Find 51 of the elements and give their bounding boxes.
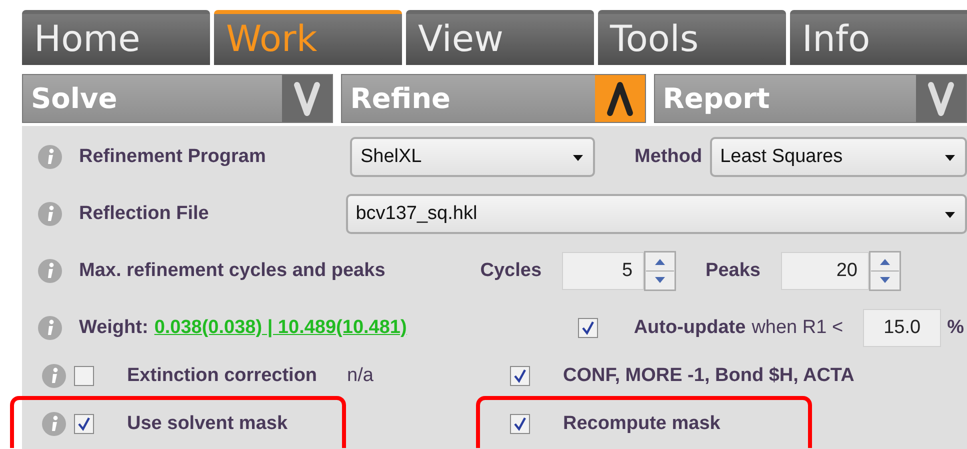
- section-title: Solve: [30, 81, 118, 117]
- dropdown[interactable]: Least Squares: [710, 136, 967, 176]
- field-label: Max. refinement cycles and peaks: [79, 260, 386, 282]
- info-icon: [42, 364, 66, 388]
- info-icon: [38, 144, 62, 168]
- spinner-buttons: [868, 250, 900, 290]
- info-icon: [38, 202, 62, 226]
- field-label: Weight:: [79, 316, 148, 338]
- field-label: Method: [634, 146, 702, 168]
- checkbox[interactable]: [510, 414, 530, 434]
- number-field[interactable]: 20: [780, 252, 868, 290]
- checkbox-label: Use solvent mask: [127, 413, 288, 435]
- unit-label: %: [947, 316, 964, 338]
- section-title: Report: [662, 81, 771, 117]
- number-field[interactable]: 15.0: [863, 308, 942, 346]
- info-icon: [42, 412, 66, 436]
- number-field[interactable]: 5: [562, 252, 644, 290]
- toggle-button[interactable]: [916, 75, 966, 122]
- expand-icon: [927, 80, 955, 116]
- tab[interactable]: Info: [790, 10, 967, 66]
- section-header[interactable]: Report: [654, 74, 967, 123]
- checkbox-label: CONF, MORE -1, Bond $H, ACTA: [563, 365, 854, 387]
- checkbox[interactable]: [74, 414, 94, 434]
- field-label: Reflection File: [79, 202, 210, 224]
- checkbox-label: Recompute mask: [563, 413, 720, 435]
- checkbox-label: when R1 <: [752, 316, 844, 338]
- tab[interactable]: View: [406, 10, 594, 66]
- info-icon: [38, 258, 62, 282]
- checkbox[interactable]: [578, 318, 598, 338]
- section-header[interactable]: Refine: [341, 74, 646, 123]
- tab[interactable]: Tools: [598, 10, 786, 66]
- field-label: Peaks: [706, 260, 760, 282]
- checkbox[interactable]: [510, 366, 530, 386]
- dropdown[interactable]: ShelXL: [350, 136, 595, 176]
- info-icon: [38, 316, 62, 340]
- section-header[interactable]: Solve: [22, 74, 334, 123]
- field-label: Cycles: [480, 260, 542, 282]
- toggle-button[interactable]: [594, 75, 645, 122]
- toggle-button[interactable]: [282, 75, 332, 122]
- dropdown[interactable]: bcv137_sq.hkl: [346, 194, 967, 234]
- checkbox-label: Auto-update: [634, 316, 746, 338]
- expand-icon: [293, 80, 322, 116]
- collapse-icon: [606, 80, 634, 116]
- section-title: Refine: [349, 81, 452, 117]
- tab[interactable]: Home: [22, 10, 210, 66]
- status-text: n/a: [347, 365, 374, 387]
- checkbox-label: Extinction correction: [127, 365, 318, 387]
- spinner-buttons: [644, 250, 676, 290]
- checkbox[interactable]: [74, 366, 94, 386]
- tab[interactable]: Work: [214, 10, 402, 66]
- field-label: Refinement Program: [79, 146, 267, 168]
